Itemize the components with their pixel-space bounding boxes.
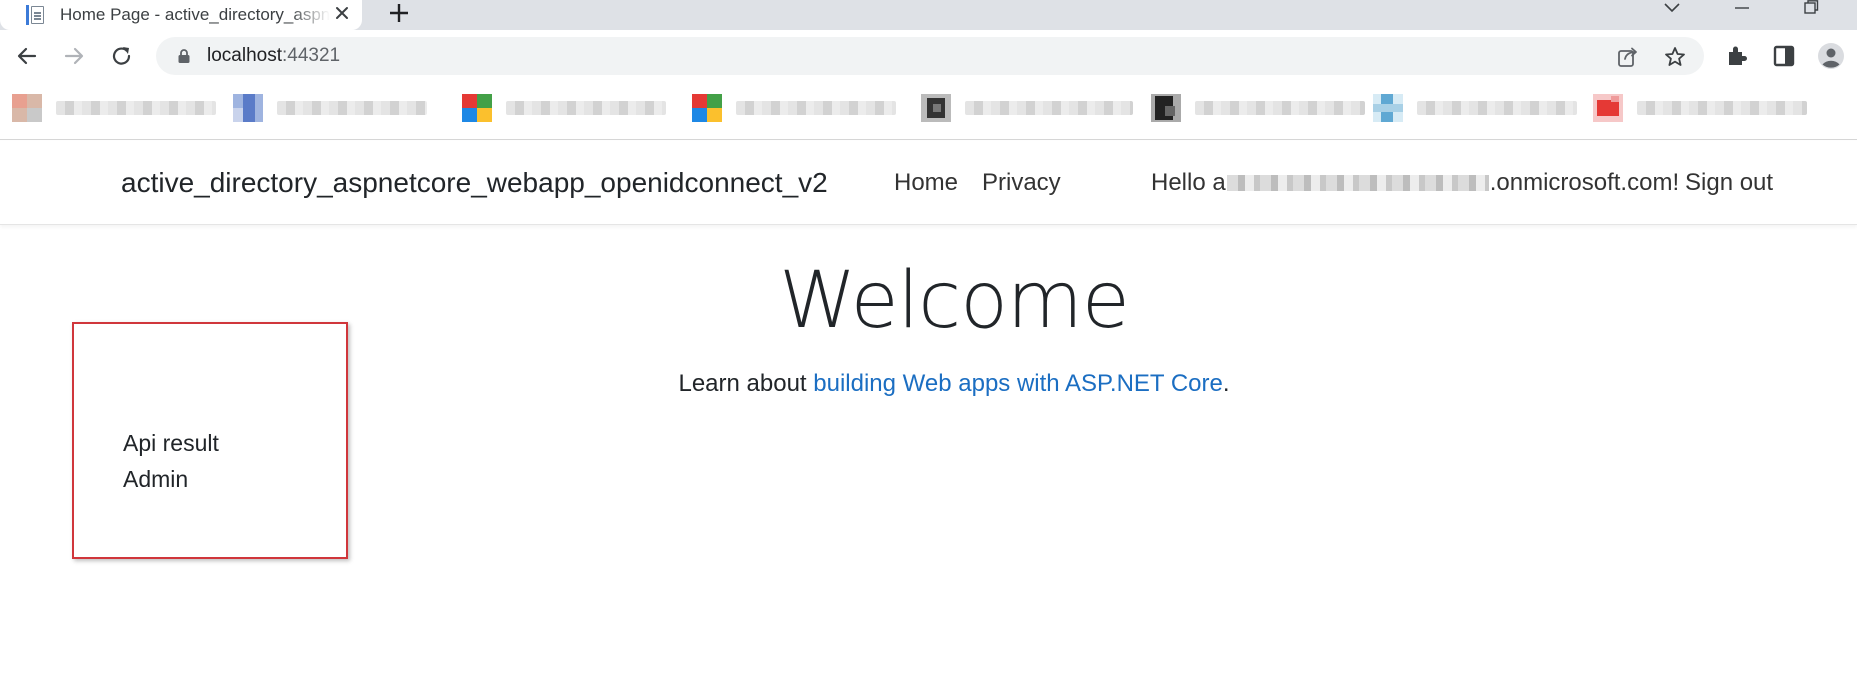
nav-home-link[interactable]: Home [894,169,958,197]
redacted-username [1226,175,1489,191]
bookmark-item[interactable] [1373,94,1577,122]
api-result-highlight: Api result Admin [72,322,348,559]
bookmark-favicon-icon [1373,94,1403,122]
api-result-label: Api result [123,430,219,456]
app-navbar: active_directory_aspnetcore_webapp_openi… [0,141,1857,225]
bookmark-favicon-icon [1151,94,1181,122]
star-icon[interactable] [1663,45,1687,69]
bookmark-item[interactable] [233,94,427,122]
navbar-brand[interactable]: active_directory_aspnetcore_webapp_openi… [121,167,828,199]
address-bar[interactable]: localhost:44321 [156,37,1704,75]
greeting-prefix: Hello a [1151,169,1226,196]
restore-icon[interactable] [1797,0,1825,18]
nav-privacy-link[interactable]: Privacy [982,169,1061,197]
tab-strip: Home Page - active_directory_aspnetcore_… [0,0,1857,30]
bookmarks-bar [0,82,1857,140]
url-text[interactable]: localhost:44321 [207,45,340,67]
sign-out-link[interactable]: Sign out [1685,169,1773,197]
api-result-value: Admin [123,466,189,492]
tab-search-icon[interactable] [1658,0,1686,18]
bookmark-item[interactable] [692,94,896,122]
bookmark-favicon-icon [462,94,492,122]
bookmark-item[interactable] [12,94,216,122]
browser-toolbar: localhost:44321 [0,30,1857,82]
share-icon[interactable] [1616,45,1640,69]
minimize-icon[interactable] [1728,0,1756,18]
side-panel-icon[interactable] [1770,42,1798,70]
reload-icon[interactable] [108,42,136,70]
bookmark-favicon-icon [1593,94,1623,122]
bookmark-favicon-icon [233,94,263,122]
bookmark-favicon-icon [12,94,42,122]
user-greeting: Hello a .onmicrosoft.com! [1151,169,1679,197]
lock-icon[interactable] [176,48,192,64]
bookmark-favicon-icon [692,94,722,122]
bookmark-item[interactable] [1151,94,1365,122]
bookmark-item[interactable] [921,94,1133,122]
bookmark-item[interactable] [1593,94,1807,122]
page-icon [26,5,44,25]
greeting-suffix: .onmicrosoft.com! [1489,169,1680,196]
tab-home-page[interactable]: Home Page - active_directory_aspnetcore_… [0,0,362,30]
aspnet-core-docs-link[interactable]: building Web apps with ASP.NET Core [813,370,1223,397]
bookmark-item[interactable] [462,94,666,122]
tab-title: Home Page - active_directory_aspnetcore_… [60,5,330,24]
profile-avatar-icon[interactable] [1817,42,1845,70]
extensions-icon[interactable] [1723,42,1751,70]
bookmark-favicon-icon [921,94,951,122]
back-icon[interactable] [13,42,41,70]
close-icon[interactable] [330,1,354,25]
new-tab-icon[interactable] [385,0,413,26]
forward-icon[interactable] [60,42,88,70]
